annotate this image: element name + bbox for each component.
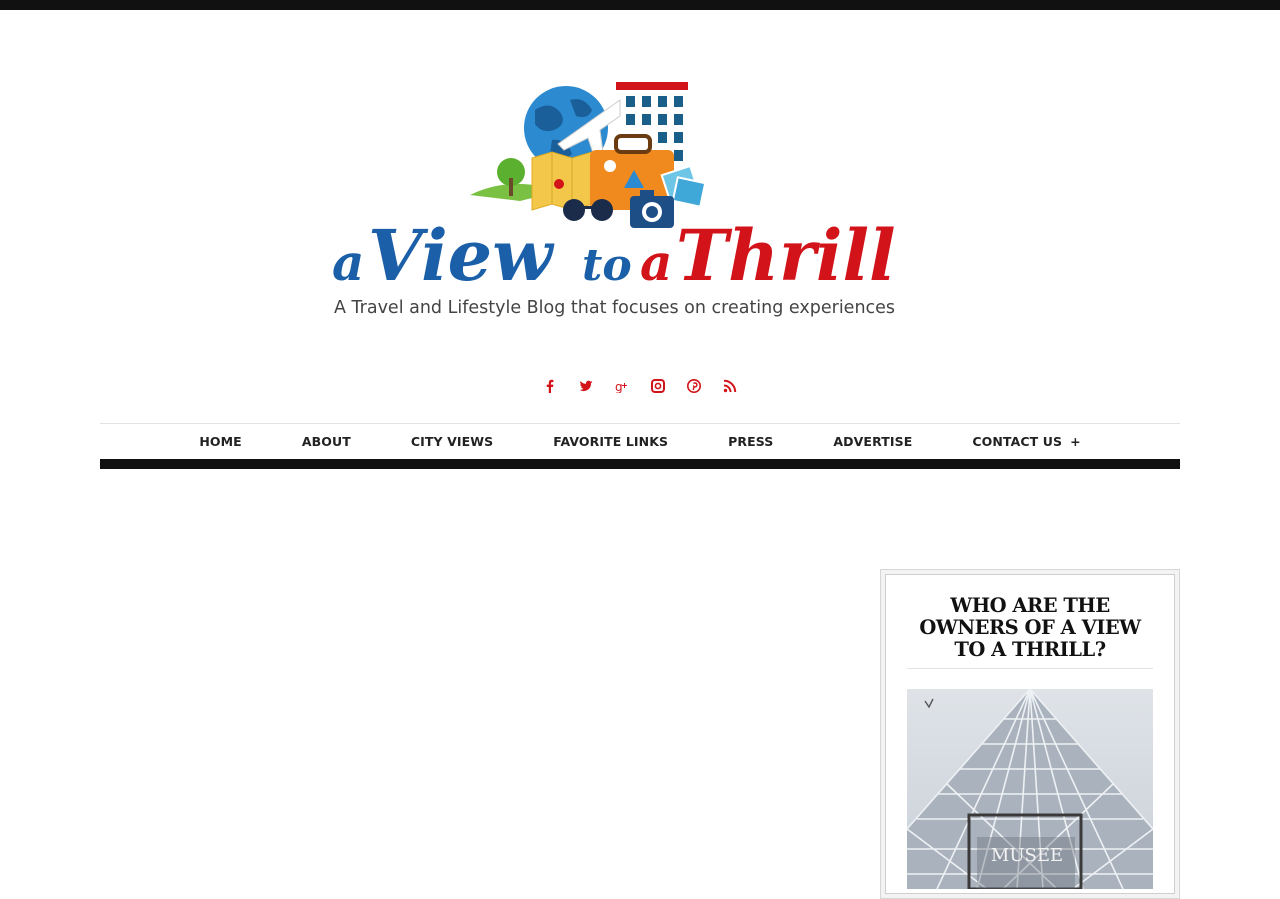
nav-contact-us-label: CONTACT US xyxy=(972,434,1063,449)
pinterest-icon[interactable] xyxy=(684,372,704,400)
logo-a2: a xyxy=(640,233,672,292)
logo-a1: a xyxy=(332,233,364,292)
google-plus-icon[interactable]: g xyxy=(612,372,632,400)
logo-thrill: Thrill xyxy=(676,214,896,297)
submenu-plus-icon[interactable]: + xyxy=(1070,434,1081,449)
facebook-icon[interactable] xyxy=(540,372,560,400)
nav-advertise[interactable]: ADVERTISE xyxy=(803,434,942,449)
logo-tagline: A Travel and Lifestyle Blog that focuses… xyxy=(334,298,895,318)
owners-photo[interactable]: MUSEE xyxy=(907,689,1153,889)
top-bar xyxy=(0,0,1280,10)
twitter-icon[interactable] xyxy=(576,372,596,400)
nav-press[interactable]: PRESS xyxy=(698,434,803,449)
instagram-icon[interactable] xyxy=(648,372,668,400)
photo-sign-text: MUSEE xyxy=(991,845,1063,866)
nav-about[interactable]: ABOUT xyxy=(272,434,381,449)
nav-favorite-links[interactable]: FAVORITE LINKS xyxy=(523,434,698,449)
main-nav: HOME ABOUT CITY VIEWS FAVORITE LINKS PRE… xyxy=(100,423,1180,459)
rss-icon[interactable] xyxy=(720,372,740,400)
logo-view: View xyxy=(368,214,555,297)
nav-home[interactable]: HOME xyxy=(169,434,271,449)
nav-divider-bar xyxy=(100,459,1180,469)
logo-graphic: a View to a Thrill A Travel and Lifestyl… xyxy=(332,82,896,318)
sidebar-widget: WHO ARE THE OWNERS OF A VIEW TO A THRILL… xyxy=(880,569,1180,899)
widget-title: WHO ARE THE OWNERS OF A VIEW TO A THRILL… xyxy=(907,595,1153,669)
site-logo[interactable]: a View to a Thrill A Travel and Lifestyl… xyxy=(320,70,960,330)
nav-city-views[interactable]: CITY VIEWS xyxy=(381,434,523,449)
sidebar-widget-inner: WHO ARE THE OWNERS OF A VIEW TO A THRILL… xyxy=(885,574,1175,894)
logo-to: to xyxy=(582,240,632,291)
svg-text:g: g xyxy=(615,380,623,393)
nav-contact-us[interactable]: CONTACT US + xyxy=(942,434,1110,449)
social-links: g xyxy=(0,372,1280,402)
